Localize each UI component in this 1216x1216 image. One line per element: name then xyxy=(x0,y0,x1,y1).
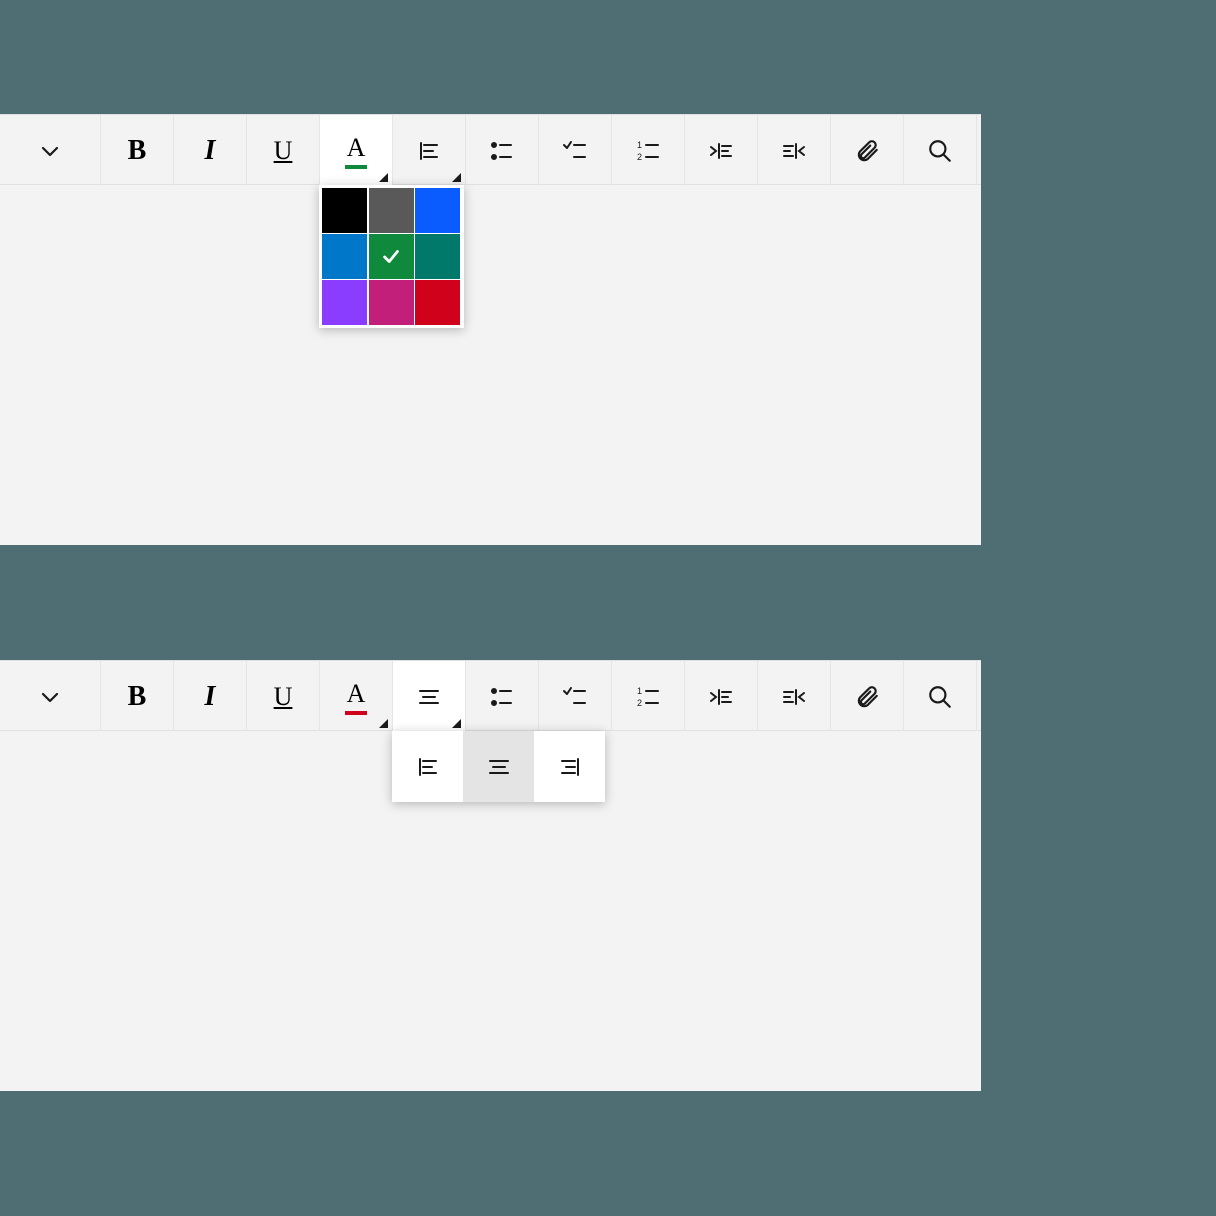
dropdown-indicator-icon xyxy=(379,719,388,728)
underline-button[interactable]: U xyxy=(247,661,320,732)
attachment-button[interactable] xyxy=(831,115,904,186)
bullet-list-button[interactable] xyxy=(466,115,539,186)
bullet-list-icon xyxy=(489,138,515,164)
indent-button[interactable] xyxy=(685,661,758,732)
outdent-icon xyxy=(781,138,807,164)
svg-text:1: 1 xyxy=(637,140,642,150)
svg-text:2: 2 xyxy=(637,698,642,708)
align-right-option[interactable] xyxy=(534,731,605,802)
font-color-button[interactable]: A xyxy=(320,661,393,732)
bold-button[interactable]: B xyxy=(101,115,174,186)
font-color-button[interactable]: A xyxy=(320,115,393,186)
italic-button[interactable]: I xyxy=(174,661,247,732)
toolbar: B I U A xyxy=(0,660,981,731)
bold-button[interactable]: B xyxy=(101,661,174,732)
align-center-option[interactable] xyxy=(463,731,534,802)
search-button[interactable] xyxy=(904,661,977,732)
align-left-icon xyxy=(416,138,442,164)
outdent-icon xyxy=(781,684,807,710)
dropdown-indicator-icon xyxy=(379,173,388,182)
underline-button[interactable]: U xyxy=(247,115,320,186)
check-icon xyxy=(380,246,402,268)
chevron-down-icon xyxy=(38,139,62,163)
italic-button[interactable]: I xyxy=(174,115,247,186)
collapse-button[interactable] xyxy=(0,661,101,732)
font-color-icon: A xyxy=(345,133,367,169)
search-icon xyxy=(927,684,953,710)
ordered-list-icon: 12 xyxy=(635,684,661,710)
checklist-icon xyxy=(562,684,588,710)
bullet-list-icon xyxy=(489,684,515,710)
editor-instance-top: B I U A xyxy=(0,114,981,545)
paperclip-icon xyxy=(854,684,880,710)
bullet-list-button[interactable] xyxy=(466,661,539,732)
indent-icon xyxy=(708,138,734,164)
alignment-popup xyxy=(392,731,605,802)
search-icon xyxy=(927,138,953,164)
indent-icon xyxy=(708,684,734,710)
align-left-option[interactable] xyxy=(392,731,463,802)
svg-text:1: 1 xyxy=(637,686,642,696)
bold-icon: B xyxy=(128,135,147,167)
indent-button[interactable] xyxy=(685,115,758,186)
underline-icon: U xyxy=(274,682,293,712)
toolbar: B I U A xyxy=(0,114,981,185)
color-swatch[interactable] xyxy=(415,234,460,279)
ordered-list-button[interactable]: 12 xyxy=(612,661,685,732)
color-swatch[interactable] xyxy=(415,188,460,233)
align-left-icon xyxy=(415,754,441,780)
outdent-button[interactable] xyxy=(758,115,831,186)
alignment-button[interactable] xyxy=(393,661,466,732)
color-swatch[interactable] xyxy=(415,280,460,325)
svg-text:2: 2 xyxy=(637,152,642,162)
checklist-icon xyxy=(562,138,588,164)
font-color-bar-icon xyxy=(345,711,367,715)
dropdown-indicator-icon xyxy=(452,719,461,728)
outdent-button[interactable] xyxy=(758,661,831,732)
font-color-popup xyxy=(319,185,464,328)
font-color-bar-icon xyxy=(345,165,367,169)
underline-icon: U xyxy=(274,136,293,166)
ordered-list-button[interactable]: 12 xyxy=(612,115,685,186)
color-swatch[interactable] xyxy=(322,234,367,279)
search-button[interactable] xyxy=(904,115,977,186)
align-center-icon xyxy=(416,684,442,710)
italic-icon: I xyxy=(205,681,216,713)
color-swatch[interactable] xyxy=(322,188,367,233)
attachment-button[interactable] xyxy=(831,661,904,732)
bold-icon: B xyxy=(128,681,147,713)
color-swatch[interactable] xyxy=(369,280,414,325)
collapse-button[interactable] xyxy=(0,115,101,186)
todo-list-button[interactable] xyxy=(539,661,612,732)
editor-canvas[interactable] xyxy=(0,185,981,545)
align-right-icon xyxy=(557,754,583,780)
editor-instance-bottom: B I U A xyxy=(0,660,981,1091)
color-swatch[interactable] xyxy=(369,188,414,233)
alignment-button[interactable] xyxy=(393,115,466,186)
dropdown-indicator-icon xyxy=(452,173,461,182)
font-color-icon: A xyxy=(345,679,367,715)
italic-icon: I xyxy=(205,135,216,167)
align-center-icon xyxy=(486,754,512,780)
paperclip-icon xyxy=(854,138,880,164)
chevron-down-icon xyxy=(38,685,62,709)
todo-list-button[interactable] xyxy=(539,115,612,186)
color-swatch[interactable] xyxy=(322,280,367,325)
ordered-list-icon: 12 xyxy=(635,138,661,164)
color-swatch[interactable] xyxy=(369,234,414,279)
